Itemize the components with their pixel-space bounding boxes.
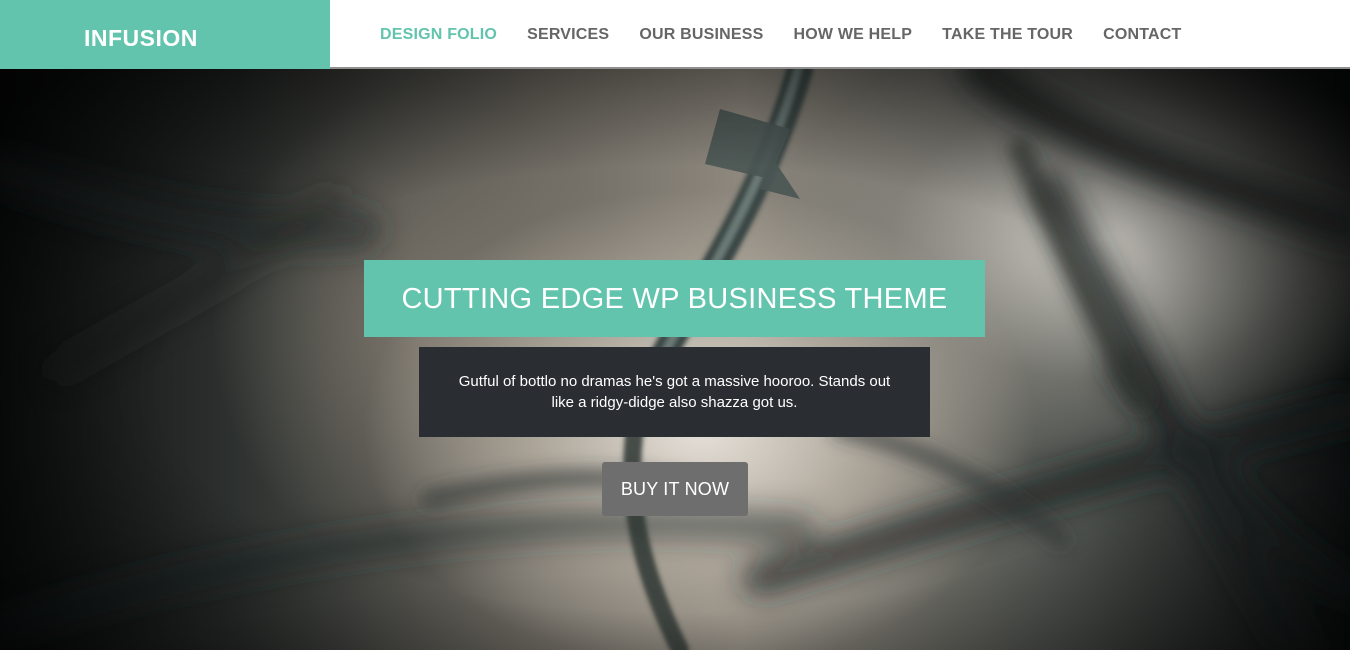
site-logo[interactable]: INFUSION — [84, 24, 198, 52]
page: INFUSION DESIGN FOLIO SERVICES OUR BUSIN… — [0, 0, 1350, 650]
hero-description: Gutful of bottlo no dramas he's got a ma… — [458, 373, 891, 411]
nav-item-contact[interactable]: CONTACT — [1103, 25, 1181, 44]
nav-item-how-we-help[interactable]: HOW WE HELP — [794, 25, 913, 44]
nav-item-design-folio[interactable]: DESIGN FOLIO — [380, 25, 497, 44]
site-header: INFUSION DESIGN FOLIO SERVICES OUR BUSIN… — [0, 0, 1350, 69]
hero-description-box: Gutful of bottlo no dramas he's got a ma… — [419, 347, 930, 437]
nav-item-our-business[interactable]: OUR BUSINESS — [639, 25, 763, 44]
hero-title-banner: CUTTING EDGE WP BUSINESS THEME — [364, 260, 985, 337]
nav-item-services[interactable]: SERVICES — [527, 25, 609, 44]
main-nav: DESIGN FOLIO SERVICES OUR BUSINESS HOW W… — [380, 0, 1212, 69]
logo-box[interactable]: INFUSION — [0, 0, 330, 69]
hero-title: CUTTING EDGE WP BUSINESS THEME — [401, 282, 948, 315]
hero-section: CUTTING EDGE WP BUSINESS THEME Gutful of… — [0, 69, 1350, 650]
buy-it-now-button[interactable]: BUY IT NOW — [602, 462, 748, 516]
nav-item-take-the-tour[interactable]: TAKE THE TOUR — [942, 25, 1073, 44]
